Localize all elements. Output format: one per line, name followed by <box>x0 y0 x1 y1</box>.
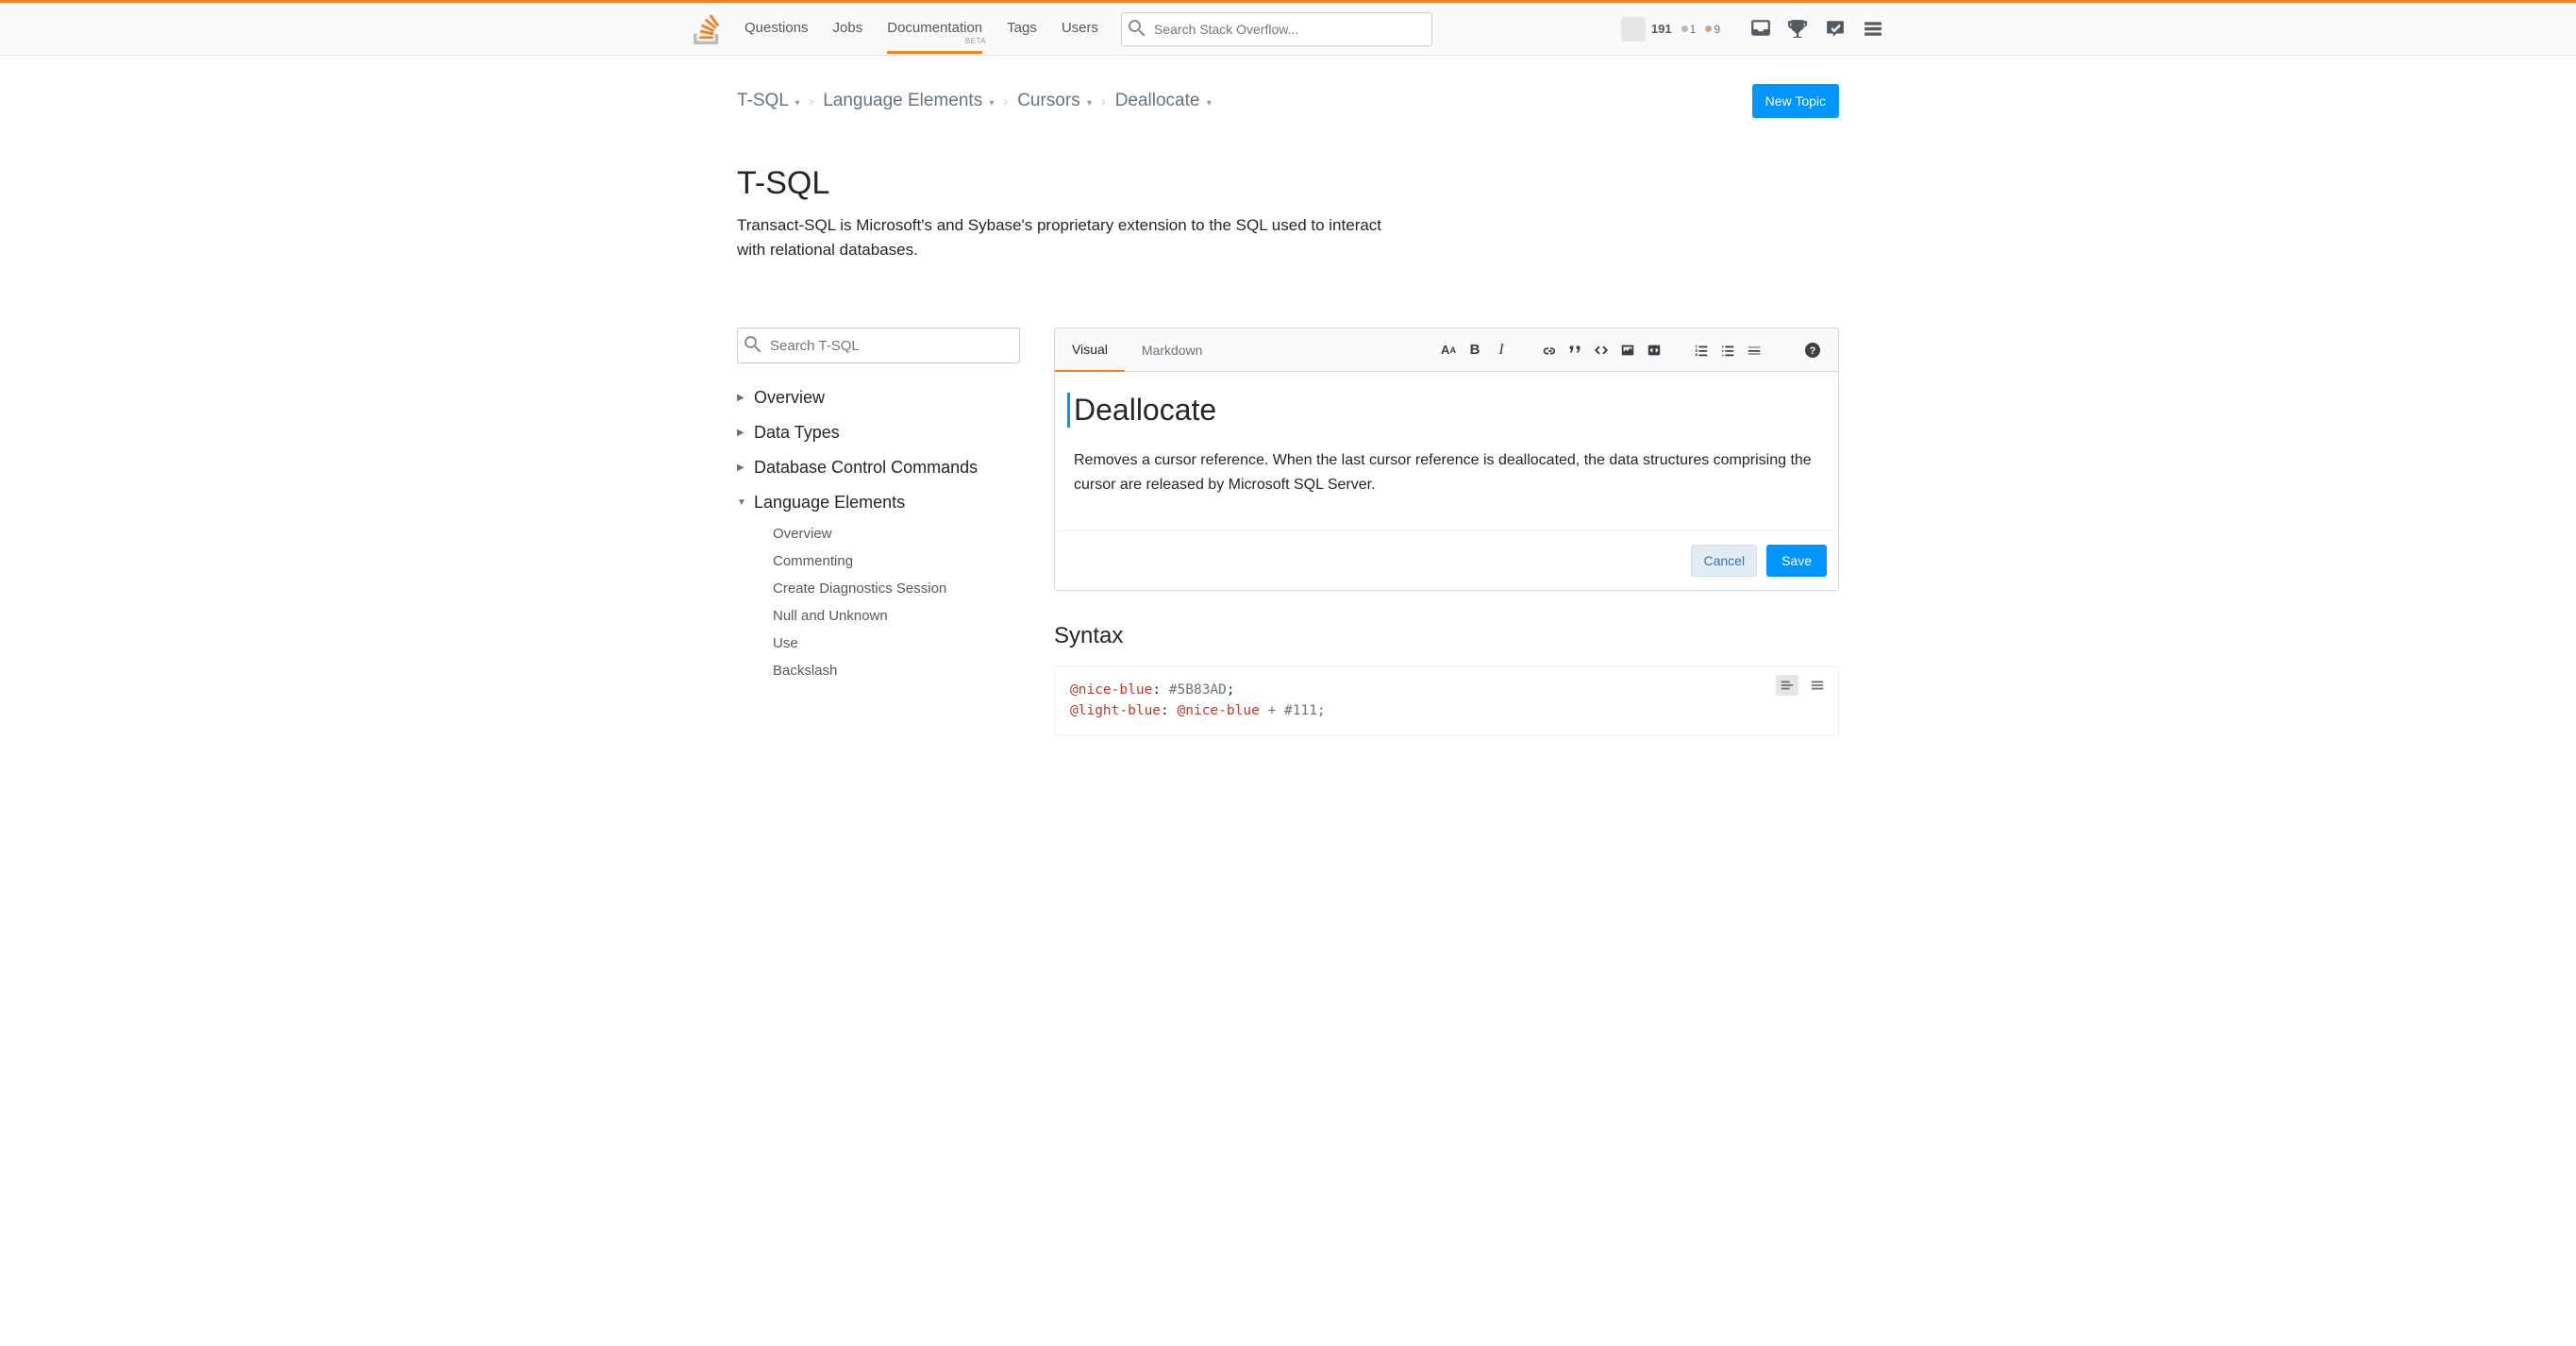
unordered-list-icon[interactable] <box>1719 342 1736 359</box>
nav-tags[interactable]: Tags <box>1007 5 1037 53</box>
sub-overview[interactable]: Overview <box>737 520 1020 547</box>
user-area[interactable]: 191 1 9 <box>1621 17 1720 42</box>
review-icon[interactable] <box>1826 19 1847 40</box>
chevron-right-icon: › <box>810 93 814 109</box>
image-icon[interactable] <box>1619 342 1636 359</box>
top-nav: Questions Jobs DocumentationBETA Tags Us… <box>744 5 1098 53</box>
tree-db-control[interactable]: ▶Database Control Commands <box>737 450 1020 485</box>
editor-content[interactable]: Deallocate Removes a cursor reference. W… <box>1055 372 1838 530</box>
bronze-badge: 9 <box>1705 23 1720 36</box>
chevron-right-icon: › <box>1004 93 1009 109</box>
syntax-heading: Syntax <box>1054 623 1839 649</box>
tab-markdown[interactable]: Markdown <box>1125 329 1220 371</box>
search-icon <box>1129 20 1146 37</box>
top-search <box>1121 12 1432 46</box>
hamburger-icon[interactable] <box>1864 19 1884 40</box>
new-topic-button[interactable]: New Topic <box>1752 84 1839 118</box>
code-block: @nice-blue: #5B83AD; @light-blue: @nice-… <box>1054 666 1839 736</box>
stack-overflow-logo[interactable] <box>692 14 722 44</box>
topbar: Questions Jobs DocumentationBETA Tags Us… <box>0 3 2576 56</box>
bc-tsql[interactable]: T-SQL ▾ <box>737 91 800 111</box>
tab-visual[interactable]: Visual <box>1055 328 1125 372</box>
bc-cursors[interactable]: Cursors ▾ <box>1017 91 1092 111</box>
breadcrumb: T-SQL ▾ › Language Elements ▾ › Cursors … <box>737 91 1212 111</box>
editor-toolbar: AA B I <box>1440 342 1821 359</box>
editor-paragraph: Removes a cursor reference. When the las… <box>1074 448 1819 496</box>
bold-icon[interactable]: B <box>1466 342 1483 359</box>
sidebar: ▶Overview ▶Data Types ▶Database Control … <box>737 328 1020 736</box>
tree-overview[interactable]: ▶Overview <box>737 380 1020 415</box>
achievements-icon[interactable] <box>1788 19 1809 40</box>
quote-icon[interactable] <box>1566 342 1583 359</box>
cancel-button[interactable]: Cancel <box>1691 545 1757 577</box>
bc-lang-elements[interactable]: Language Elements ▾ <box>823 91 994 111</box>
align-left-icon[interactable] <box>1776 675 1798 696</box>
chevron-right-icon: › <box>1101 93 1106 109</box>
bc-deallocate[interactable]: Deallocate ▾ <box>1115 91 1212 111</box>
sub-create-diag[interactable]: Create Diagnostics Session <box>737 575 1020 602</box>
link-icon[interactable] <box>1540 342 1557 359</box>
nav-users[interactable]: Users <box>1062 5 1098 53</box>
nav-questions[interactable]: Questions <box>744 5 809 53</box>
sidebar-search-input[interactable] <box>737 328 1020 363</box>
sub-null-unknown[interactable]: Null and Unknown <box>737 602 1020 630</box>
tree-data-types[interactable]: ▶Data Types <box>737 415 1020 450</box>
avatar <box>1621 17 1646 42</box>
italic-icon[interactable]: I <box>1493 342 1510 359</box>
save-button[interactable]: Save <box>1766 545 1827 577</box>
search-icon <box>744 336 761 353</box>
code-icon[interactable] <box>1593 342 1610 359</box>
editor-title: Deallocate <box>1067 393 1819 428</box>
sub-backslash[interactable]: Backslash <box>737 657 1020 684</box>
svg-text:?: ? <box>1810 345 1816 357</box>
inbox-icon[interactable] <box>1750 19 1771 40</box>
sub-use[interactable]: Use <box>737 630 1020 657</box>
editor: Visual Markdown AA B I <box>1054 328 1839 591</box>
search-input[interactable] <box>1121 12 1432 46</box>
nav-documentation[interactable]: DocumentationBETA <box>887 5 982 54</box>
sub-commenting[interactable]: Commenting <box>737 547 1020 575</box>
snippet-icon[interactable] <box>1646 342 1663 359</box>
hr-icon[interactable] <box>1746 342 1763 359</box>
ordered-list-icon[interactable] <box>1693 342 1710 359</box>
tree-lang-elements[interactable]: ▼Language Elements <box>737 485 1020 520</box>
font-size-icon[interactable]: AA <box>1440 342 1457 359</box>
page-description: Transact-SQL is Microsoft's and Sybase's… <box>737 213 1388 261</box>
align-justify-icon[interactable] <box>1806 675 1829 696</box>
help-icon[interactable]: ? <box>1804 342 1821 359</box>
silver-badge: 1 <box>1681 23 1697 36</box>
page-title: T-SQL <box>737 165 1839 202</box>
nav-jobs[interactable]: Jobs <box>833 5 863 53</box>
reputation: 191 <box>1651 22 1672 36</box>
